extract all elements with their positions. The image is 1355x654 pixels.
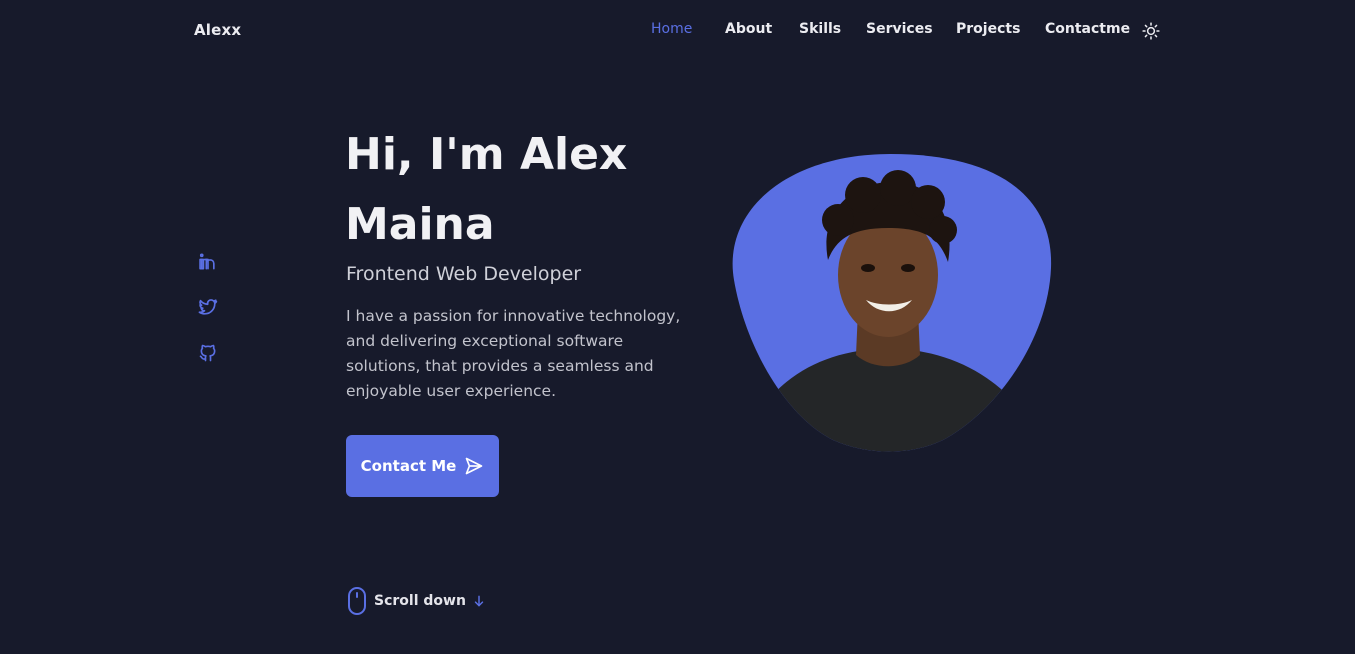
nav-services[interactable]: Services — [866, 21, 933, 37]
hero-title: Hi, I'm Alex Maina — [345, 129, 628, 250]
profile-avatar — [728, 150, 1054, 455]
linkedin-icon[interactable] — [198, 252, 218, 272]
hero-description: I have a passion for innovative technolo… — [346, 307, 681, 400]
mouse-icon — [348, 587, 366, 615]
contact-me-label: Contact Me — [360, 457, 457, 475]
nav-projects[interactable]: Projects — [956, 21, 1020, 37]
sun-icon[interactable] — [1142, 22, 1160, 40]
nav-about[interactable]: About — [725, 21, 772, 37]
nav-contactme[interactable]: Contactme — [1045, 21, 1130, 37]
twitter-icon[interactable] — [198, 297, 218, 317]
nav-home[interactable]: Home — [651, 21, 692, 37]
scroll-down-link[interactable]: Scroll down — [346, 586, 486, 616]
send-icon — [465, 457, 483, 475]
portfolio-page: Alexx Home About Skills Services Project… — [0, 0, 1355, 654]
nav-skills[interactable]: Skills — [799, 21, 841, 37]
hero-subtitle: Frontend Web Developer — [346, 263, 582, 285]
arrow-down-icon — [474, 595, 484, 607]
github-icon[interactable] — [198, 343, 218, 363]
scroll-down-label: Scroll down — [374, 593, 466, 609]
contact-me-button[interactable]: Contact Me — [346, 435, 499, 497]
